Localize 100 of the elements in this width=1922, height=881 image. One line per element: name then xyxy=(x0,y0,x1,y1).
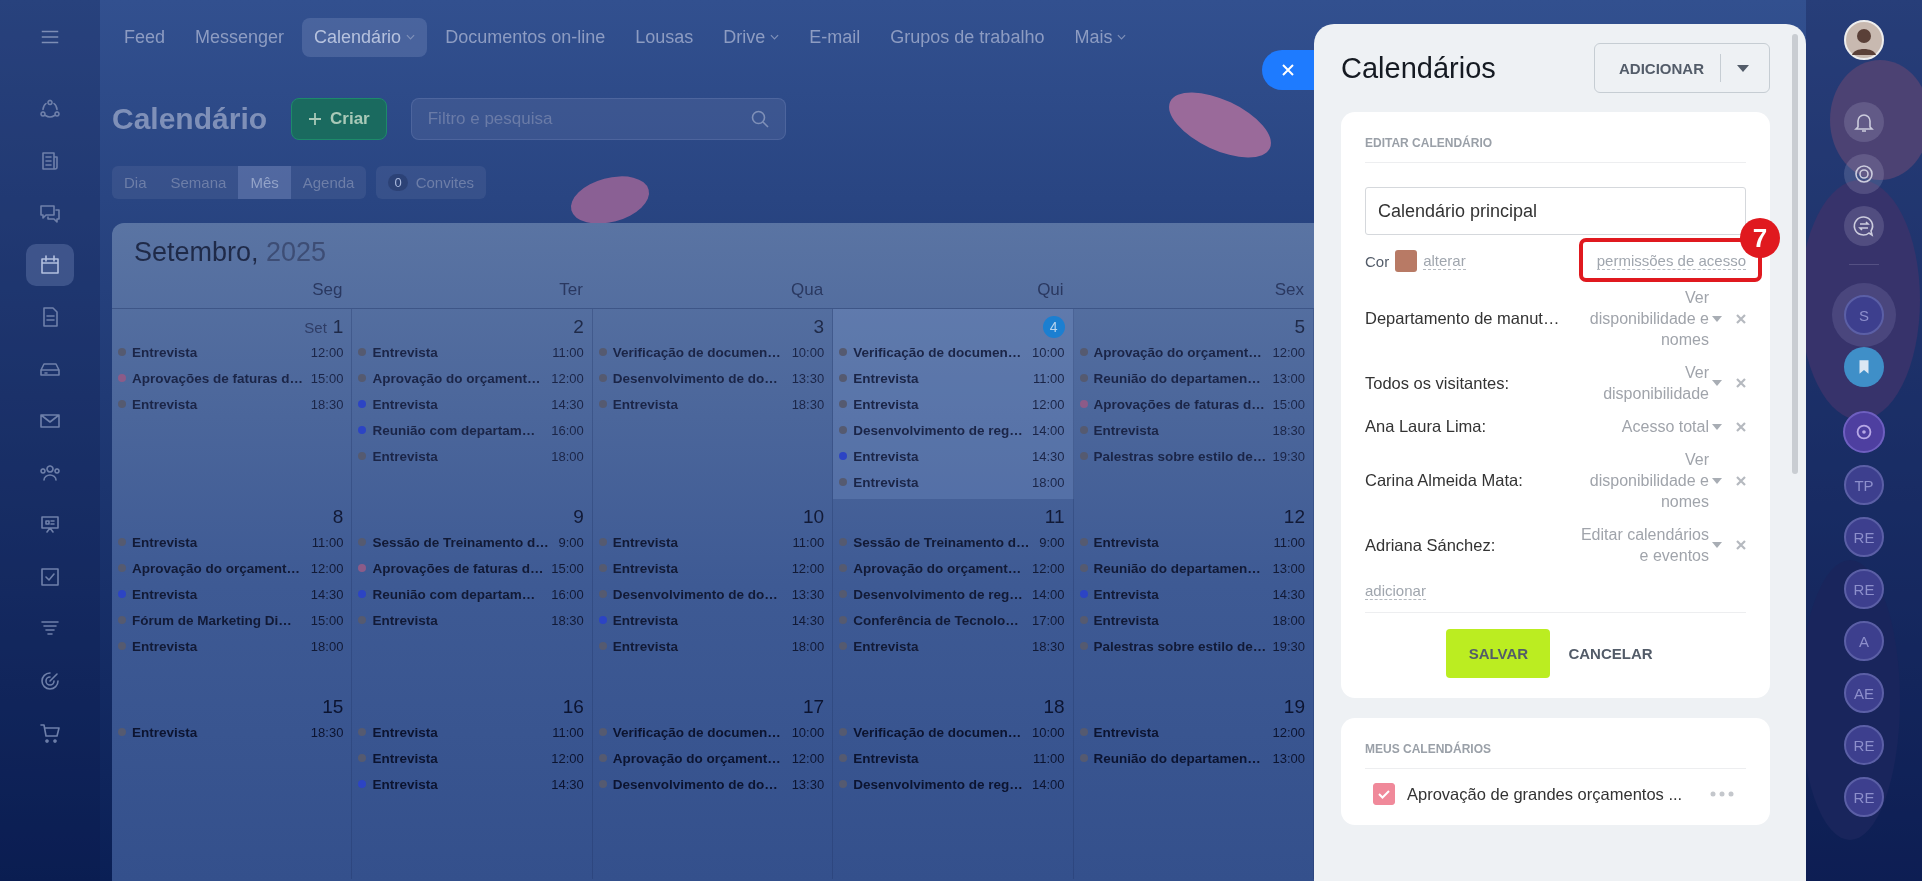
event-title[interactable]: Conferência de Tecnolo… xyxy=(853,612,1027,628)
event-title[interactable]: Aprovações de faturas d… xyxy=(1093,396,1267,412)
event-title[interactable]: Entrevista xyxy=(853,638,1027,654)
avatar[interactable] xyxy=(1844,20,1884,60)
cancel-button[interactable]: CANCELAR xyxy=(1556,629,1665,678)
access-level-dropdown[interactable]: Ver disponibilidade e nomes xyxy=(1577,287,1709,350)
nav-tab[interactable]: Lousas xyxy=(623,17,706,57)
event-title[interactable]: Entrevista xyxy=(612,638,786,654)
event-title[interactable]: Entrevista xyxy=(853,370,1027,386)
event-title[interactable]: Fórum de Marketing Di… xyxy=(132,612,305,628)
event-title[interactable]: Entrevista xyxy=(1093,422,1267,438)
weekday-label: Sex xyxy=(1273,279,1305,301)
caret-icon[interactable] xyxy=(1737,64,1749,72)
remove-icon[interactable] xyxy=(1736,378,1746,388)
event-title[interactable]: Entrevista xyxy=(612,612,786,628)
event-time: 18:30 xyxy=(310,724,344,740)
event-title[interactable]: Entrevista xyxy=(372,612,546,628)
event-title[interactable]: Aprovação do orçament… xyxy=(132,560,305,576)
calendar-name[interactable]: Aprovação de grandes orçamentos ... xyxy=(1407,784,1683,804)
event-title[interactable]: Desenvolvimento de do… xyxy=(612,776,786,792)
event-title[interactable]: Palestras sobre estilo de… xyxy=(1093,448,1267,464)
add-link[interactable]: adicionar xyxy=(1365,582,1426,600)
event-title[interactable]: Reunião com departam… xyxy=(372,586,546,602)
event-title[interactable]: Entrevista xyxy=(132,586,305,602)
event-title[interactable]: Entrevista xyxy=(1093,586,1267,602)
event-title[interactable]: Reunião do departamen… xyxy=(1093,750,1267,766)
color-swatch[interactable] xyxy=(1395,250,1418,272)
event-title[interactable]: Entrevista xyxy=(1093,612,1267,628)
remove-icon[interactable] xyxy=(1736,540,1746,550)
nav-tab[interactable]: Mais xyxy=(1062,17,1139,57)
close-button[interactable] xyxy=(1262,50,1314,90)
access-level-dropdown[interactable]: Ver disponibilidade xyxy=(1577,362,1709,404)
event-title[interactable]: Sessão de Treinamento d… xyxy=(372,534,553,550)
save-button[interactable]: SALVAR xyxy=(1446,629,1551,678)
event-title[interactable]: Sessão de Treinamento d… xyxy=(853,534,1034,550)
name-field[interactable]: Calendário principal xyxy=(1365,187,1746,235)
event-title[interactable]: Aprovação do orçament… xyxy=(612,750,786,766)
change-link[interactable]: alterar xyxy=(1423,252,1466,270)
event-title[interactable]: Palestras sobre estilo de… xyxy=(1093,638,1267,654)
access-level-dropdown[interactable]: Acesso total xyxy=(1577,416,1709,437)
remove-icon[interactable] xyxy=(1736,475,1746,486)
event-title[interactable]: Reunião do departamen… xyxy=(1093,560,1267,576)
event-title[interactable]: Aprovações de faturas d… xyxy=(372,560,546,576)
nav-tab[interactable]: E-mail xyxy=(797,17,873,57)
event-title[interactable]: Desenvolvimento de reg… xyxy=(853,422,1027,438)
event-title[interactable]: Entrevista xyxy=(132,724,305,740)
event-title[interactable]: Entrevista xyxy=(612,396,786,412)
event-title[interactable]: Entrevista xyxy=(372,776,546,792)
event-title[interactable]: Entrevista xyxy=(372,396,546,412)
event-title[interactable]: Reunião com departam… xyxy=(372,422,546,438)
event-title[interactable]: Entrevista xyxy=(853,396,1027,412)
event-title[interactable]: Desenvolvimento de reg… xyxy=(853,586,1027,602)
event-title[interactable]: Desenvolvimento de reg… xyxy=(853,776,1027,792)
nav-tab[interactable]: Grupos de trabalho xyxy=(878,17,1057,57)
remove-icon[interactable] xyxy=(1736,421,1746,432)
permissions-link[interactable]: permissões de acesso xyxy=(1596,252,1746,270)
event-title[interactable]: Aprovação do orçament… xyxy=(1093,344,1267,360)
nav-tab[interactable]: Documentos on-line xyxy=(433,17,618,57)
event-title[interactable]: Entrevista xyxy=(132,534,306,550)
event-title[interactable]: Aprovação do orçament… xyxy=(372,370,546,386)
event-title[interactable]: Verificação de documen… xyxy=(612,344,786,360)
event-title[interactable]: Reunião do departamen… xyxy=(1093,370,1267,386)
event-time: 18:30 xyxy=(791,396,825,412)
event-title[interactable]: Aprovações de faturas d… xyxy=(132,370,305,386)
nav-tab[interactable]: Feed xyxy=(112,17,178,57)
event-title[interactable]: Desenvolvimento de do… xyxy=(612,370,786,386)
nav-tab[interactable]: Calendário xyxy=(302,17,428,57)
event-title[interactable]: Verificação de documen… xyxy=(853,724,1027,740)
event-title[interactable]: Entrevista xyxy=(132,638,305,654)
bell-icon[interactable] xyxy=(1844,102,1884,142)
event-title[interactable]: Verificação de documen… xyxy=(853,344,1027,360)
event-title[interactable]: Entrevista xyxy=(612,560,786,576)
chat-icon[interactable] xyxy=(1844,206,1884,246)
calendar-icon[interactable] xyxy=(26,244,74,286)
event-title[interactable]: Entrevista xyxy=(132,396,305,412)
add-button[interactable]: ADICIONAR xyxy=(1594,43,1770,93)
event-title[interactable]: Entrevista xyxy=(853,474,1027,490)
access-level-dropdown[interactable]: Editar calendários e eventos xyxy=(1577,524,1709,566)
spiral-icon[interactable] xyxy=(1844,154,1884,194)
remove-icon[interactable] xyxy=(1736,313,1746,324)
event-title[interactable]: Entrevista xyxy=(853,448,1027,464)
event-title[interactable]: Entrevista xyxy=(853,750,1027,766)
more-icon[interactable] xyxy=(1710,791,1734,797)
event-title[interactable]: Entrevista xyxy=(372,448,546,464)
event-title[interactable]: Entrevista xyxy=(372,724,547,740)
event-title[interactable]: Entrevista xyxy=(372,750,546,766)
event-title[interactable]: Desenvolvimento de do… xyxy=(612,586,786,602)
event-title[interactable]: Entrevista xyxy=(372,344,547,360)
event-title[interactable]: Entrevista xyxy=(132,344,305,360)
event-title[interactable]: Entrevista xyxy=(612,534,787,550)
event-title[interactable]: Aprovação do orçament… xyxy=(853,560,1027,576)
create-button[interactable]: Criar xyxy=(291,98,387,140)
view-tab[interactable]: Mês xyxy=(238,166,291,199)
nav-tab[interactable]: Drive xyxy=(711,17,792,57)
access-level-dropdown[interactable]: Ver disponibilidade e nomes xyxy=(1577,449,1709,512)
event-title[interactable]: Verificação de documen… xyxy=(612,724,786,740)
nav-tab[interactable]: Messenger xyxy=(183,17,297,57)
event-title[interactable]: Entrevista xyxy=(1093,724,1267,740)
checkbox[interactable] xyxy=(1373,783,1395,805)
event-title[interactable]: Entrevista xyxy=(1093,534,1268,550)
